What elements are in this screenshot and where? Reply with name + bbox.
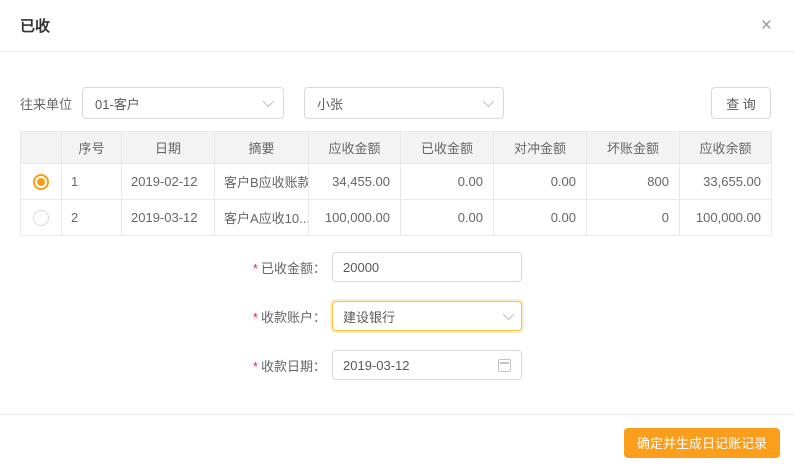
row-radio-selected[interactable] [33, 173, 49, 190]
chevron-down-icon [262, 95, 275, 108]
column-header-balance: 应收余额 [679, 131, 772, 164]
cell-receivable: 34,455.00 [308, 163, 401, 200]
cell-date: 2019-02-12 [121, 163, 215, 200]
cell-receivable: 100,000.00 [308, 199, 401, 236]
chevron-down-icon [502, 308, 515, 321]
cell-offset: 0.00 [493, 199, 587, 236]
unit-select-value: 01-客户 [95, 96, 140, 112]
column-header-offset: 对冲金额 [493, 131, 587, 164]
table-row[interactable]: 1 2019-02-12 客户B应收账款 34,455.00 0.00 0.00… [20, 163, 772, 200]
unit-label: 往来单位 [20, 96, 73, 112]
column-header-receivable: 应收金额 [308, 131, 401, 164]
modal-header: 已收 × [0, 0, 794, 52]
close-icon[interactable]: × [761, 16, 772, 35]
modal-footer: 确定并生成日记账记录 [0, 414, 794, 470]
account-select-value: 建设银行 [343, 309, 396, 325]
person-select[interactable]: 小张 [304, 87, 505, 119]
confirm-button[interactable]: 确定并生成日记账记录 [623, 427, 780, 458]
column-header-received: 已收金额 [400, 131, 494, 164]
received-amount-input[interactable] [332, 252, 522, 282]
cell-offset: 0.00 [493, 163, 587, 200]
form-row-amount: * 已收金额： [0, 252, 794, 282]
cell-date: 2019-03-12 [121, 199, 215, 236]
column-header-date: 日期 [121, 131, 215, 164]
cell-received: 0.00 [400, 199, 494, 236]
column-header-summary: 摘要 [214, 131, 309, 164]
unit-select[interactable]: 01-客户 [82, 87, 285, 119]
cell-balance: 33,655.00 [679, 163, 772, 200]
required-mark: * [252, 260, 258, 276]
cell-seq: 2 [61, 199, 122, 236]
calendar-icon [498, 358, 511, 372]
column-header-bad-debt: 坏账金额 [586, 131, 680, 164]
column-header-seq: 序号 [61, 131, 122, 164]
receive-form: *已收金额： *收款账户： 建设银行 *收款日期： 2019-03-12 [0, 252, 794, 380]
form-row-date: * 收款日期： 2019-03-12 [0, 350, 794, 380]
table-header-row: 序号 日期 摘要 应收金额 已收金额 对冲金额 坏账金额 应收余额 [20, 131, 772, 164]
cell-summary: 客户B应收账款 [214, 163, 309, 200]
account-select[interactable]: 建设银行 [332, 301, 522, 331]
required-mark: * [252, 309, 258, 325]
account-label: * 收款账户： [252, 309, 326, 325]
cell-bad-debt: 800 [586, 163, 680, 200]
received-amount-label: * 已收金额： [252, 260, 326, 276]
receivables-table: 序号 日期 摘要 应收金额 已收金额 对冲金额 坏账金额 应收余额 1 2019… [20, 131, 772, 236]
date-picker[interactable]: 2019-03-12 [332, 350, 522, 380]
cell-seq: 1 [61, 163, 122, 200]
row-radio-unselected[interactable] [33, 209, 49, 226]
table-row[interactable]: 2 2019-03-12 客户A应收10... 100,000.00 0.00 … [20, 199, 772, 236]
date-label: * 收款日期： [252, 358, 326, 374]
person-select-value: 小张 [317, 96, 344, 112]
query-button[interactable]: 查 询 [711, 87, 771, 119]
form-row-account: * 收款账户： 建设银行 [0, 301, 794, 331]
page-title: 已收 [20, 18, 51, 35]
cell-balance: 100,000.00 [679, 199, 772, 236]
date-picker-value: 2019-03-12 [343, 357, 410, 373]
required-mark: * [252, 358, 258, 374]
cell-received: 0.00 [400, 163, 494, 200]
cell-summary: 客户A应收10... [214, 199, 309, 236]
filter-toolbar: 往来单位 01-客户 小张 查 询 [20, 87, 771, 119]
radio-column-header [20, 131, 62, 164]
chevron-down-icon [482, 95, 495, 108]
cell-bad-debt: 0 [586, 199, 680, 236]
